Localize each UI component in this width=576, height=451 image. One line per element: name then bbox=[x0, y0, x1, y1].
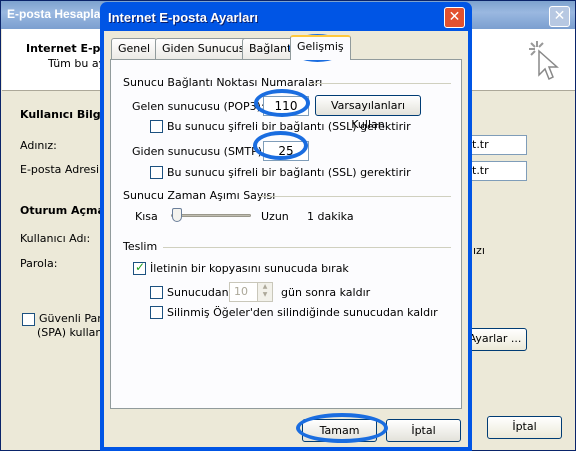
logon-info-heading: Oturum Açma bbox=[20, 204, 105, 217]
ok-button[interactable]: Tamam bbox=[302, 419, 377, 442]
advanced-tab-panel: Sunucu Bağlantı Noktası Numaraları Gelen… bbox=[110, 59, 462, 409]
outgoing-ssl-checkbox[interactable] bbox=[150, 166, 163, 179]
timeout-long-label: Uzun bbox=[261, 210, 289, 223]
email-input[interactable]: t.tr bbox=[467, 161, 527, 181]
username-label: Kullanıcı Adı: bbox=[20, 232, 91, 245]
name-label: Adınız: bbox=[20, 139, 57, 152]
dialog-close-button[interactable]: ✕ bbox=[444, 7, 465, 28]
incoming-port-input[interactable]: 110 bbox=[263, 96, 309, 116]
bg-cancel-button[interactable]: İptal bbox=[487, 416, 562, 439]
outgoing-ssl-label: Bu sunucu şifreli bir bağlantı (SSL) ger… bbox=[167, 166, 411, 179]
tab-general[interactable]: Genel bbox=[111, 38, 158, 59]
bg-close-button[interactable]: ✕ bbox=[549, 6, 570, 27]
separator bbox=[309, 83, 451, 84]
incoming-server-label: Gelen sunucusu (POP3): bbox=[132, 100, 265, 113]
days-stepper[interactable]: 10 ▲ ▼ bbox=[229, 282, 273, 302]
cancel-button[interactable]: İptal bbox=[386, 419, 461, 442]
password-label: Parola: bbox=[20, 257, 58, 270]
delivery-heading: Teslim bbox=[123, 240, 158, 253]
dialog-title: Internet E-posta Ayarları bbox=[108, 10, 259, 25]
leave-copy-label: İletinin bir kopyasını sunucuda bırak bbox=[150, 262, 349, 275]
incoming-ssl-checkbox[interactable] bbox=[150, 120, 163, 133]
days-value: 10 bbox=[234, 285, 248, 298]
timeout-value: 1 dakika bbox=[307, 210, 354, 223]
spa-label-line2: (SPA) kullana bbox=[37, 326, 110, 339]
remove-after-label: Sunucudan bbox=[167, 286, 229, 299]
separator bbox=[163, 247, 451, 248]
name-input-value: t.tr bbox=[472, 138, 489, 151]
timeout-slider-track bbox=[171, 214, 251, 217]
bg-header-title: Internet E-po bbox=[26, 42, 108, 55]
spa-checkbox[interactable] bbox=[22, 313, 35, 326]
bg-window-title: E-posta Hesapla bbox=[7, 7, 101, 21]
outgoing-server-label: Giden sunucusu (SMTP): bbox=[132, 145, 266, 158]
email-label: E-posta Adresi: bbox=[20, 163, 103, 176]
dialog-body: Genel Giden Sunucusu Bağlantı Gelişmiş S… bbox=[104, 31, 468, 447]
use-defaults-button[interactable]: Varsayılanları Kullan bbox=[315, 95, 421, 131]
stepper-arrows-icon[interactable]: ▲ ▼ bbox=[257, 283, 272, 301]
days-after-label: gün sonra kaldır bbox=[281, 286, 371, 299]
remove-deleted-checkbox[interactable] bbox=[150, 306, 163, 319]
tab-advanced[interactable]: Gelişmiş bbox=[290, 35, 351, 60]
internet-email-settings-dialog: Internet E-posta Ayarları ✕ Genel Giden … bbox=[100, 2, 472, 451]
remove-deleted-label: Silinmiş Öğeler'den silindiğinde sunucud… bbox=[167, 306, 438, 319]
server-timeout-heading: Sunucu Zaman Aşımı Sayısı bbox=[123, 189, 276, 202]
pointer-icon bbox=[529, 41, 559, 81]
leave-copy-checkbox[interactable] bbox=[133, 260, 146, 275]
email-input-value: t.tr bbox=[472, 164, 489, 177]
remove-after-checkbox[interactable] bbox=[150, 286, 163, 299]
remember-password-label: ızı bbox=[473, 244, 485, 257]
server-ports-heading: Sunucu Bağlantı Noktası Numaraları bbox=[123, 76, 323, 89]
separator bbox=[259, 196, 451, 197]
incoming-ssl-label: Bu sunucu şifreli bir bağlantı (SSL) ger… bbox=[167, 120, 411, 133]
timeout-short-label: Kısa bbox=[135, 210, 158, 223]
name-input[interactable]: t.tr bbox=[467, 135, 527, 155]
more-settings-button[interactable]: Ayarlar ... bbox=[463, 328, 527, 351]
outgoing-port-input[interactable]: 25 bbox=[263, 141, 309, 161]
timeout-slider-thumb[interactable] bbox=[172, 208, 182, 222]
